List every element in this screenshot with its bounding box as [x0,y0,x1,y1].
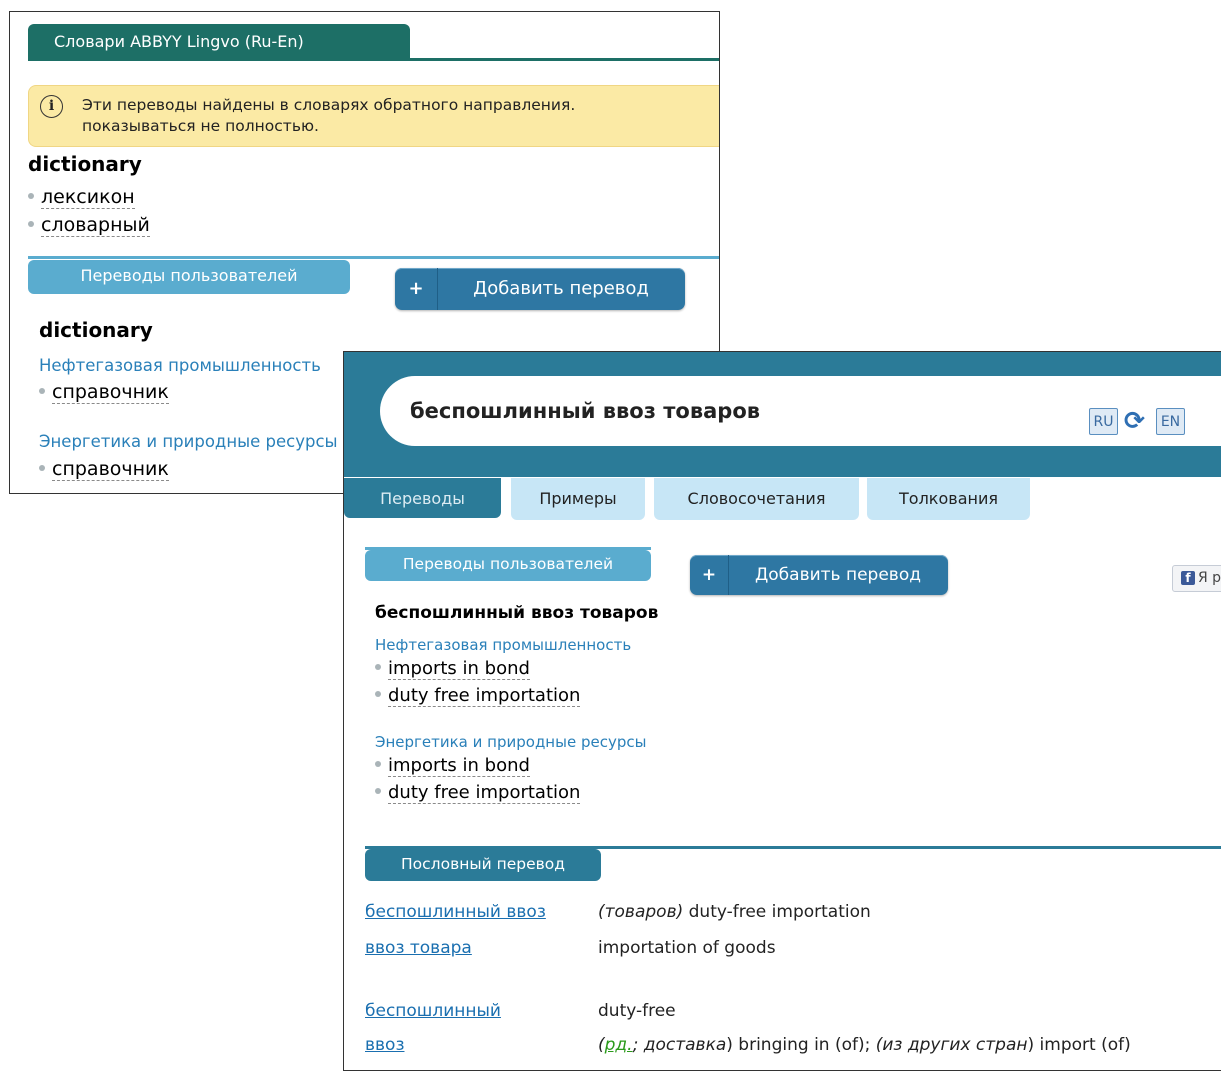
translation-item[interactable]: imports in bond [375,658,530,680]
bullet-icon [375,788,381,794]
search-header: беспошлинный ввоз товаров RU ⟳ EN [344,352,1221,477]
lang-from-button[interactable]: RU [1089,408,1118,435]
subject-label: Энергетика и природные ресурсы [39,432,338,451]
word-translation-tab[interactable]: Пословный перевод [365,849,601,881]
user-entry-headword: беспошлинный ввоз товаров [375,603,659,623]
bullet-icon [375,664,381,670]
add-translation-button[interactable]: + Добавить перевод [395,268,685,310]
translation-item[interactable]: duty free importation [375,685,581,707]
user-translations-line [28,256,719,259]
user-translations-tab[interactable]: Переводы пользователей [365,550,651,581]
word-link[interactable]: беспошлинный ввоз [365,902,546,922]
word-link[interactable]: ввоз [365,1035,404,1055]
bullet-icon [39,387,45,394]
word-link[interactable]: беспошлинный [365,1001,501,1021]
subject-label: Нефтегазовая промышленность [39,356,321,375]
tab-definitions[interactable]: Толкования [867,478,1030,520]
notice-text: Эти переводы найдены в словарях обратног… [82,96,576,135]
plus-icon: + [690,555,729,595]
translation-item[interactable]: imports in bond [375,755,530,777]
translation-result-panel: беспошлинный ввоз товаров RU ⟳ EN Перево… [343,351,1221,1071]
word-translation-text: (товаров) duty-free importation [598,902,871,922]
info-icon: i [40,95,63,118]
subject-label: Энергетика и природные ресурсы [375,733,647,751]
dictionary-section-tab[interactable]: Словари ABBYY Lingvo (Ru-En) [28,24,410,59]
facebook-icon: f [1181,571,1195,585]
bullet-icon [28,192,34,199]
swap-languages-icon[interactable]: ⟳ [1124,406,1145,436]
entry-headword: dictionary [28,152,142,176]
tab-translations[interactable]: Переводы [344,478,501,518]
translation-item[interactable]: duty free importation [375,782,581,804]
word-translation-text: duty-free [598,1001,676,1021]
bullet-icon [39,464,45,471]
reverse-direction-notice: i Эти переводы найдены в словарях обратн… [28,85,719,147]
translation-item[interactable]: словарный [28,214,150,237]
search-input[interactable]: беспошлинный ввоз товаров [410,376,760,446]
bullet-icon [375,761,381,767]
word-translation-text: importation of goods [598,938,776,958]
tab-phrases[interactable]: Словосочетания [654,478,859,520]
plus-icon: + [395,268,438,310]
bullet-icon [28,220,34,227]
user-entry-headword: dictionary [39,318,153,342]
user-translations-tab[interactable]: Переводы пользователей [28,260,350,294]
lang-to-button[interactable]: EN [1156,408,1185,435]
dictionary-section-line [28,58,719,61]
tab-examples[interactable]: Примеры [511,478,645,520]
translation-item[interactable]: справочник [39,458,169,481]
word-link[interactable]: ввоз товара [365,938,472,958]
facebook-share-button[interactable]: fЯ р [1172,565,1221,592]
bullet-icon [375,691,381,697]
translation-item[interactable]: лексикон [28,186,135,209]
abbreviation-link[interactable]: рд. [605,1035,633,1055]
word-translation-text: (рд.; доставка) bringing in (of); (из др… [598,1035,1131,1055]
add-translation-button[interactable]: + Добавить перевод [690,555,948,595]
translation-item[interactable]: справочник [39,381,169,404]
subject-label: Нефтегазовая промышленность [375,636,632,654]
